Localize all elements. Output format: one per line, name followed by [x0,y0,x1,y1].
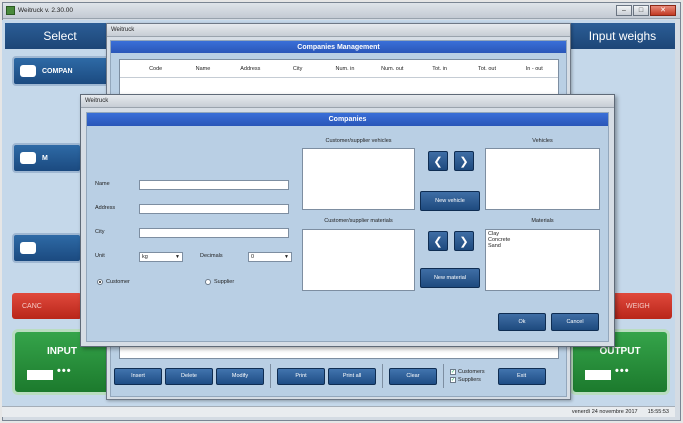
modify-button[interactable]: Modify [216,367,264,385]
materials-icon [20,152,36,164]
cancel-bar-button[interactable]: CANC [12,293,82,319]
app-title: Weitruck v. 2.30.00 [18,7,74,14]
minimize-button[interactable]: – [616,5,632,16]
cancel-button[interactable]: Cancel [551,313,599,331]
new-material-button[interactable]: New material [420,268,480,288]
truck-icon [20,242,36,254]
toolbar-separator [443,364,444,388]
name-label: Name [95,181,110,187]
exit-button[interactable]: Exit [497,367,546,385]
insert-button[interactable]: Insert [114,367,162,385]
cs-materials-label: Customer/supplier materials [324,218,393,224]
title-bar: Weitruck v. 2.30.00 [3,3,680,19]
col-num-in[interactable]: Num. in [321,66,368,72]
col-code[interactable]: Code [132,66,179,72]
new-vehicle-button[interactable]: New vehicle [420,191,480,211]
arrow-left-icon[interactable]: ❮ [428,231,448,251]
list-item[interactable]: Sand [488,243,597,249]
materials-list[interactable]: Clay Concrete Sand [485,229,600,291]
customers-filter[interactable]: ✓ Customers [450,369,485,375]
ok-button[interactable]: Ok [498,313,546,331]
companies-button-label: COMPAN [42,67,73,75]
supplier-radio-dot[interactable] [205,279,211,285]
suppliers-checkbox[interactable]: ✓ [450,377,456,383]
decimals-label: Decimals [200,253,223,259]
customer-radio-label: Customer [106,279,130,285]
arrow-right-icon[interactable]: ❯ [454,231,474,251]
cs-vehicles-list[interactable] [302,148,415,210]
unit-label: Unit [95,253,105,259]
decimals-value: 0 [251,254,255,260]
companies-icon [20,65,36,77]
weigh-bar-button[interactable]: WEIGH [612,293,672,319]
input-weighs-header: Input weighs [570,23,675,49]
co-body: Companies Name Address City Unit kg ▼ De… [86,112,609,342]
window-controls: – □ ✕ [616,5,676,16]
col-in-out[interactable]: In - out [511,66,558,72]
col-address[interactable]: Address [227,66,274,72]
name-input[interactable] [139,180,289,190]
vehicles-list[interactable] [485,148,600,210]
print-button[interactable]: Print [277,367,325,385]
output-label: OUTPUT [599,346,641,357]
co-header: Companies [87,113,608,126]
chevron-down-icon: ▼ [175,254,180,260]
truck-icon [585,365,655,380]
app-icon [6,6,15,15]
col-city[interactable]: City [274,66,321,72]
unit-value: kg [142,254,148,260]
unit-select[interactable]: kg ▼ [139,252,183,262]
companies-dialog: Weitruck Companies Name Address City Uni… [80,94,615,347]
suppliers-filter-label: Suppliers [458,377,481,383]
status-bar: venerdì 24 novembre 2017 15:55:53 [2,406,675,417]
select-header: Select [5,23,115,49]
col-tot-out[interactable]: Tot. out [463,66,510,72]
materials-button-label: M [42,154,48,162]
customers-filter-label: Customers [458,369,485,375]
companies-button[interactable]: COMPAN [12,56,112,86]
cm-window-title: Weitruck [107,24,570,37]
weigh-bar-label: WEIGH [626,302,650,310]
col-tot-in[interactable]: Tot. in [416,66,463,72]
materials-button[interactable]: M [12,143,82,173]
maximize-button[interactable]: □ [633,5,649,16]
co-window-title: Weitruck [81,95,614,108]
address-label: Address [95,205,116,211]
input-label: INPUT [47,346,77,357]
close-button[interactable]: ✕ [650,5,676,16]
toolbar-separator [382,364,383,388]
city-label: City [95,229,105,235]
chevron-down-icon: ▼ [284,254,289,260]
status-date: venerdì 24 novembre 2017 [571,409,638,415]
cancel-bar-label: CANC [22,302,42,310]
customer-radio[interactable]: Customer [97,279,130,285]
col-num-out[interactable]: Num. out [369,66,416,72]
toolbar-separator [270,364,271,388]
supplier-radio[interactable]: Supplier [205,279,234,285]
status-time: 15:55:53 [647,409,669,415]
cs-vehicles-label: Customer/supplier vehicles [325,138,392,144]
cs-materials-list[interactable] [302,229,415,291]
vehicles-button[interactable] [12,233,82,263]
supplier-radio-label: Supplier [214,279,235,285]
materials-label: Materials [531,218,554,224]
suppliers-filter[interactable]: ✓ Suppliers [450,377,485,383]
arrow-right-icon[interactable]: ❯ [454,151,474,171]
city-input[interactable] [139,228,289,238]
customers-checkbox[interactable]: ✓ [450,369,456,375]
vehicles-label: Vehicles [532,138,553,144]
col-name[interactable]: Name [179,66,226,72]
filter-checkboxes: ✓ Customers ✓ Suppliers [450,369,485,383]
clear-button[interactable]: Clear [389,367,437,385]
cm-header: Companies Management [111,41,566,53]
print-all-button[interactable]: Print all [328,367,376,385]
decimals-select[interactable]: 0 ▼ [248,252,292,262]
grid-header: Code Name Address City Num. in Num. out … [120,60,558,78]
truck-icon [27,365,97,380]
delete-button[interactable]: Delete [165,367,213,385]
cm-toolbar: Insert Delete Modify Print Print all Cle… [110,361,565,391]
customer-radio-dot[interactable] [97,279,103,285]
address-input[interactable] [139,204,289,214]
arrow-left-icon[interactable]: ❮ [428,151,448,171]
